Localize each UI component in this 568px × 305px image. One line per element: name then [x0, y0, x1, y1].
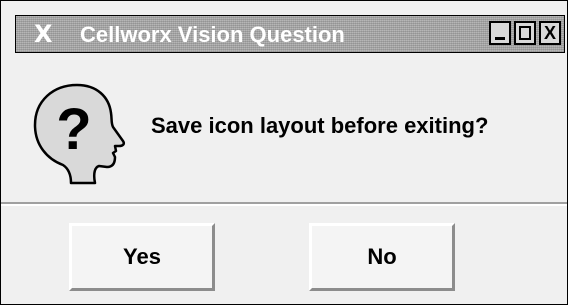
close-button[interactable]: X — [539, 21, 561, 45]
window-controls: X — [489, 21, 561, 45]
no-button[interactable]: No — [309, 223, 455, 291]
maximize-icon — [519, 26, 531, 40]
svg-text:?: ? — [56, 97, 91, 162]
question-head-icon: ? — [29, 79, 129, 189]
minimize-button[interactable] — [489, 21, 511, 45]
minimize-icon — [495, 37, 505, 40]
window-title: Cellworx Vision Question — [80, 22, 345, 47]
yes-button[interactable]: Yes — [69, 223, 215, 291]
maximize-button[interactable] — [514, 21, 536, 45]
close-icon: X — [543, 23, 556, 43]
divider — [1, 202, 567, 206]
x-window-icon[interactable]: X — [34, 20, 53, 48]
title-bar[interactable]: X Cellworx Vision Question X — [15, 15, 565, 53]
dialog-window: X Cellworx Vision Question X ? Save icon… — [0, 0, 568, 305]
dialog-message: Save icon layout before exiting? — [151, 113, 489, 138]
